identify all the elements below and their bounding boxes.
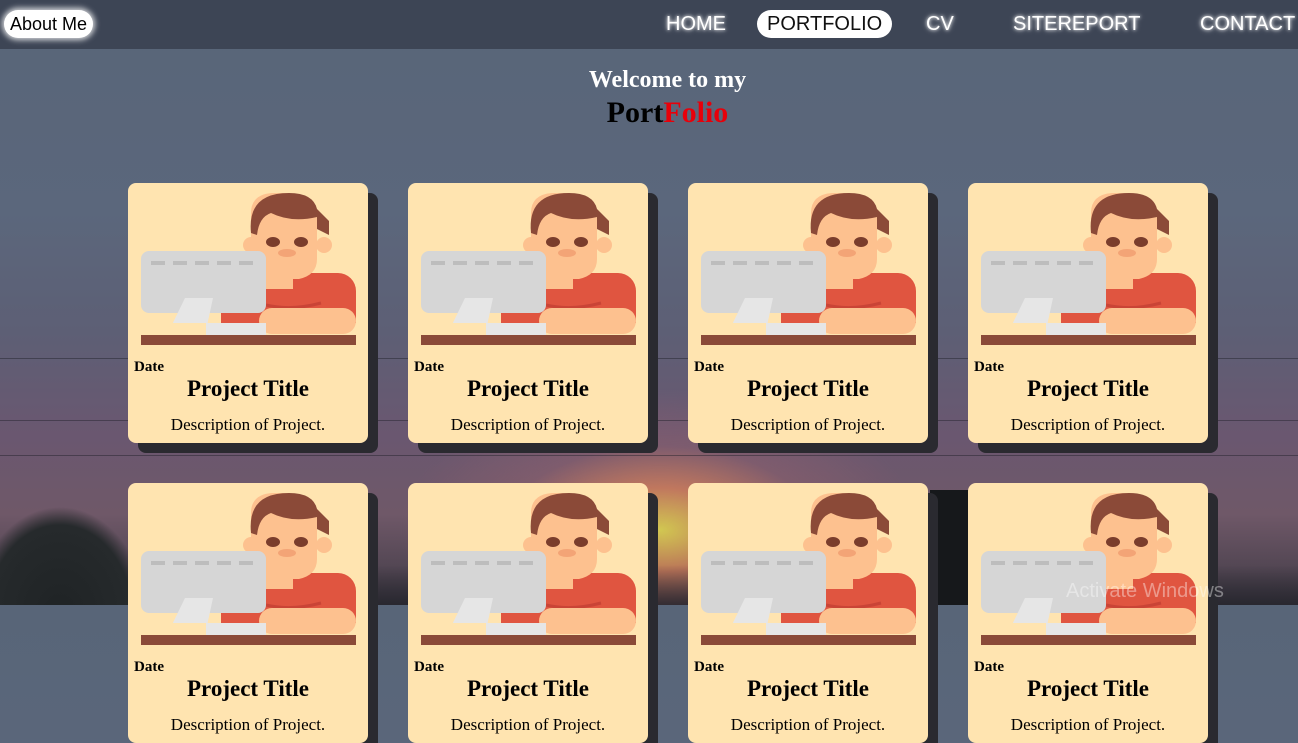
project-title: Project Title	[187, 676, 309, 701]
nav-cv[interactable]: CV	[926, 10, 954, 38]
power-line	[0, 455, 1298, 456]
welcome-heading: Welcome to my	[588, 67, 747, 93]
project-description: Description of Project.	[730, 715, 886, 734]
project-card[interactable]: Date Project Title Description of Projec…	[968, 483, 1208, 743]
project-title: Project Title	[747, 676, 869, 701]
project-card[interactable]: Date Project Title Description of Projec…	[128, 483, 368, 743]
project-card[interactable]: Date Project Title Description of Projec…	[128, 183, 368, 443]
project-description: Description of Project.	[730, 415, 886, 434]
project-title: Project Title	[747, 376, 869, 401]
project-card[interactable]: Date Project Title Description of Projec…	[968, 183, 1208, 443]
project-description: Description of Project.	[1010, 415, 1166, 434]
project-date: Date	[134, 359, 164, 375]
tree-silhouette	[930, 490, 970, 605]
nav-portfolio[interactable]: PORTFOLIO	[757, 10, 893, 38]
project-title: Project Title	[467, 376, 589, 401]
project-title: Project Title	[1027, 676, 1149, 701]
project-title: Project Title	[467, 676, 589, 701]
project-date: Date	[694, 359, 724, 375]
project-description: Description of Project.	[450, 715, 606, 734]
title-part-folio: Folio	[663, 96, 729, 129]
nav-sitereport[interactable]: SITEREPORT	[1013, 10, 1140, 38]
page-title: PortFolio	[0, 96, 1298, 130]
project-date: Date	[414, 659, 444, 675]
project-description: Description of Project.	[170, 415, 326, 434]
developer-at-computer-icon	[701, 493, 916, 645]
project-date: Date	[694, 659, 724, 675]
developer-at-computer-icon	[981, 193, 1196, 345]
nav-contact[interactable]: CONTACT	[1200, 10, 1295, 38]
developer-at-computer-icon	[701, 193, 916, 345]
project-date: Date	[414, 359, 444, 375]
project-card[interactable]: Date Project Title Description of Projec…	[688, 483, 928, 743]
project-title: Project Title	[187, 376, 309, 401]
developer-at-computer-icon	[421, 493, 636, 645]
project-date: Date	[974, 359, 1004, 375]
project-description: Description of Project.	[1010, 715, 1166, 734]
developer-at-computer-icon	[141, 193, 356, 345]
project-description: Description of Project.	[170, 715, 326, 734]
project-card[interactable]: Date Project Title Description of Projec…	[408, 483, 648, 743]
title-part-port: Port	[606, 96, 664, 129]
developer-at-computer-icon	[141, 493, 356, 645]
project-date: Date	[134, 659, 164, 675]
project-card[interactable]: Date Project Title Description of Projec…	[408, 183, 648, 443]
project-description: Description of Project.	[450, 415, 606, 434]
windows-activation-watermark: Activate Windows	[1066, 580, 1224, 602]
developer-at-computer-icon	[421, 193, 636, 345]
nav-home[interactable]: HOME	[666, 10, 726, 38]
project-card[interactable]: Date Project Title Description of Projec…	[688, 183, 928, 443]
project-title: Project Title	[1027, 376, 1149, 401]
developer-at-computer-icon	[981, 493, 1196, 645]
about-me-button[interactable]: About Me	[4, 10, 94, 38]
navbar: About Me HOME PORTFOLIO CV SITEREPORT CO…	[0, 0, 1298, 49]
project-date: Date	[974, 659, 1004, 675]
